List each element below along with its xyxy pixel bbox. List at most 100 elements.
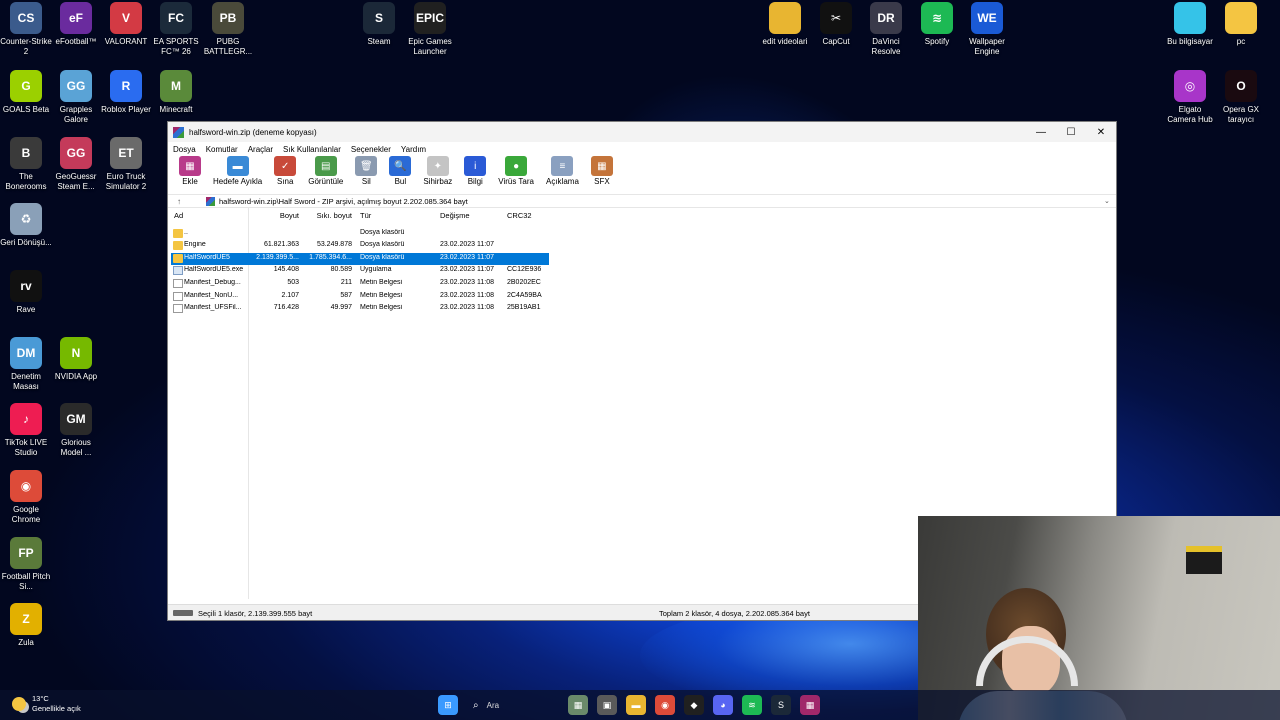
desktop-icon-capcut[interactable]: ✂ CapCut <box>810 2 862 47</box>
desktop-icon-epic-games-launcher[interactable]: EPIC Epic Games Launcher <box>404 2 456 57</box>
discord-icon[interactable]: ◕ <box>713 695 733 715</box>
menu-item-yard-m[interactable]: Yardım <box>401 145 426 154</box>
table-row[interactable]: HalfSwordUE5 2.139.399.5... 1.785.394.6...… <box>171 253 549 265</box>
desktop-icon-pubg-battlegr[interactable]: PB PUBG BATTLEGR... <box>202 2 254 57</box>
desktop-icon-goals-beta[interactable]: G GOALS Beta <box>0 70 52 115</box>
desktop-icon-zula[interactable]: Z Zula <box>0 603 52 648</box>
task-view-icon[interactable]: ▣ <box>597 695 617 715</box>
toolbar-button-label: Görüntüle <box>308 177 344 186</box>
table-row[interactable]: Manifest_UFSFil... 716.428 49.997 Metin Bel… <box>171 303 549 315</box>
desktop-icon-elgato-camera-hub[interactable]: ◎ Elgato Camera Hub <box>1164 70 1216 125</box>
minimize-button[interactable]: — <box>1026 122 1056 142</box>
winrar-icon[interactable]: ▦ <box>800 695 820 715</box>
temperature: 13°C <box>32 694 49 703</box>
menu-item-s-k-kullan-lanlar[interactable]: Sık Kullanılanlar <box>283 145 341 154</box>
toolbar-button-a-klama[interactable]: ≡ Açıklama <box>543 156 582 186</box>
desktop-icon-wallpaper-engine[interactable]: WE Wallpaper Engine <box>961 2 1013 57</box>
steam-icon: S <box>363 2 395 34</box>
maximize-button[interactable]: ☐ <box>1056 122 1086 142</box>
desktop-icon-pc[interactable]: pc <box>1215 2 1267 47</box>
this-pc-icon <box>1174 2 1206 34</box>
start-icon[interactable]: ⊞ <box>438 695 458 715</box>
steam-icon[interactable]: S <box>771 695 791 715</box>
desktop-icon-label: TikTok LIVE Studio <box>4 438 48 457</box>
desktop-icon-counter-strike-2[interactable]: CS Counter-Strike 2 <box>0 2 52 57</box>
desktop-icon-roblox-player[interactable]: R Roblox Player <box>100 70 152 115</box>
desktop-icon-glorious-model[interactable]: GM Glorious Model ... <box>50 403 102 458</box>
menu-item-se-enekler[interactable]: Seçenekler <box>351 145 391 154</box>
column-header-type[interactable]: Tür <box>360 211 371 225</box>
toolbar-button-sihirbaz[interactable]: ✦ Sihirbaz <box>420 156 455 186</box>
window-title: halfsword-win.zip (deneme kopyası) <box>189 127 317 137</box>
toolbar-button-s-na[interactable]: ✓ Sına <box>271 156 299 186</box>
desktop-icon-football-pitch-si[interactable]: FP Football Pitch Si... <box>0 537 52 592</box>
menu-item-dosya[interactable]: Dosya <box>173 145 196 154</box>
close-button[interactable]: ✕ <box>1086 122 1116 142</box>
test-icon: ✓ <box>274 156 297 176</box>
folder-icon <box>173 254 183 263</box>
desktop-icon-steam[interactable]: S Steam <box>353 2 405 47</box>
weather-widget[interactable]: 13°C Genellikle açık <box>12 694 81 714</box>
window-titlebar[interactable]: halfsword-win.zip (deneme kopyası) — ☐ ✕ <box>168 122 1116 142</box>
column-header-name[interactable]: Ad <box>174 211 183 225</box>
menu-item-ara-lar[interactable]: Araçlar <box>248 145 273 154</box>
column-header-modified[interactable]: Değişme <box>440 211 470 225</box>
toolbar-button-g-r-nt-le[interactable]: ▤ Görüntüle <box>305 156 346 186</box>
toolbar-button-sil[interactable]: 🗑 Sil <box>352 156 380 186</box>
desktop-icon-edit-videolari[interactable]: edit videolari <box>759 2 811 47</box>
desktop-icon-label: edit videolari <box>762 37 808 46</box>
desktop-icon-bu-bilgisayar[interactable]: Bu bilgisayar <box>1164 2 1216 47</box>
desktop-icon-the-bonerooms[interactable]: B The Bonerooms <box>0 137 52 192</box>
spotify-icon[interactable]: ≋ <box>742 695 762 715</box>
davinci-icon: DR <box>870 2 902 34</box>
chrome-icon[interactable]: ◉ <box>655 695 675 715</box>
toolbar-button-bul[interactable]: 🔍 Bul <box>386 156 414 186</box>
search-placeholder: Ara <box>486 700 500 710</box>
desktop-icon-label: Grapples Galore <box>59 105 93 124</box>
elgato-icon: ◎ <box>1174 70 1206 102</box>
up-arrow-icon[interactable]: ↑ <box>168 197 190 206</box>
table-row[interactable]: HalfSwordUE5.exe 145.408 80.589 Uygulama 23.… <box>171 265 549 277</box>
desktop-icon-euro-truck-simulator-2[interactable]: ET Euro Truck Simulator 2 <box>100 137 152 192</box>
toolbar-button-label: Açıklama <box>546 177 579 186</box>
desktop-icon-nvidia-app[interactable]: N NVIDIA App <box>50 337 102 382</box>
column-header-crc[interactable]: CRC32 <box>507 211 532 225</box>
table-row[interactable]: Manifest_Debug... 503 211 Metin Belgesi 23.0… <box>171 278 549 290</box>
toolbar-button-label: Sına <box>276 177 294 186</box>
desktop-icon-efootball[interactable]: eF eFootball™ <box>50 2 102 47</box>
desktop-icon-grapples-galore[interactable]: GG Grapples Galore <box>50 70 102 125</box>
widgets-icon[interactable]: ▦ <box>568 695 588 715</box>
desktop-icon-valorant[interactable]: V VALORANT <box>100 2 152 47</box>
address-bar[interactable]: ↑ halfsword-win.zip\Half Sword - ZIP arş… <box>168 194 1116 208</box>
desktop-icon-rave[interactable]: rv Rave <box>0 270 52 315</box>
desktop-icon-geri-d-n[interactable]: ♻ Geri Dönüşü... <box>0 203 52 248</box>
file-explorer-icon[interactable]: ▬ <box>626 695 646 715</box>
desktop-icon-opera-gx-taray-c[interactable]: O Opera GX tarayıcı <box>1215 70 1267 125</box>
desktop-icon-geoguessr-steam-e[interactable]: GG GeoGuessr Steam E... <box>50 137 102 192</box>
cell-size: 145.408 <box>273 266 299 273</box>
epic-games-icon[interactable]: ◆ <box>684 695 704 715</box>
desktop-icon-label: Spotify <box>924 37 950 46</box>
chevron-down-icon[interactable]: ⌄ <box>1104 197 1116 205</box>
table-row[interactable]: Engine 61.821.363 53.249.878 Dosya klasörü 2… <box>171 240 549 252</box>
cell-name: .. <box>184 229 188 236</box>
toolbar-button-hedefe-ay-kla[interactable]: ▬ Hedefe Ayıkla <box>210 156 265 186</box>
desktop-icon-ea-sports-fc-26[interactable]: FC EA SPORTS FC™ 26 <box>150 2 202 57</box>
desktop-icon-google-chrome[interactable]: ◉ Google Chrome <box>0 470 52 525</box>
desktop-icon-denetim-masas[interactable]: DM Denetim Masası <box>0 337 52 392</box>
desktop-icon-minecraft[interactable]: M Minecraft <box>150 70 202 115</box>
toolbar-button-bilgi[interactable]: i Bilgi <box>461 156 489 186</box>
toolbar-button-ekle[interactable]: ▦ Ekle <box>176 156 204 186</box>
column-header-packed[interactable]: Sıkı. boyut <box>302 211 352 225</box>
column-header-size[interactable]: Boyut <box>228 211 299 225</box>
table-row[interactable]: Manifest_NonU... 2.107 587 Metin Belgesi 23.… <box>171 291 549 303</box>
toolbar-button-vir-s-tara[interactable]: ● Virüs Tara <box>495 156 537 186</box>
cell-crc: 2B0202EC <box>507 279 541 286</box>
table-row[interactable]: .. Dosya klasörü <box>171 228 549 240</box>
toolbar-button-sfx[interactable]: ▦ SFX <box>588 156 616 186</box>
menu-item-komutlar[interactable]: Komutlar <box>206 145 238 154</box>
desktop-icon-davinci-resolve[interactable]: DR DaVinci Resolve <box>860 2 912 57</box>
desktop-icon-spotify[interactable]: ≋ Spotify <box>911 2 963 47</box>
taskbar-search[interactable]: ⌕ Ara <box>467 695 559 715</box>
desktop-icon-tiktok-live-studio[interactable]: ♪ TikTok LIVE Studio <box>0 403 52 458</box>
